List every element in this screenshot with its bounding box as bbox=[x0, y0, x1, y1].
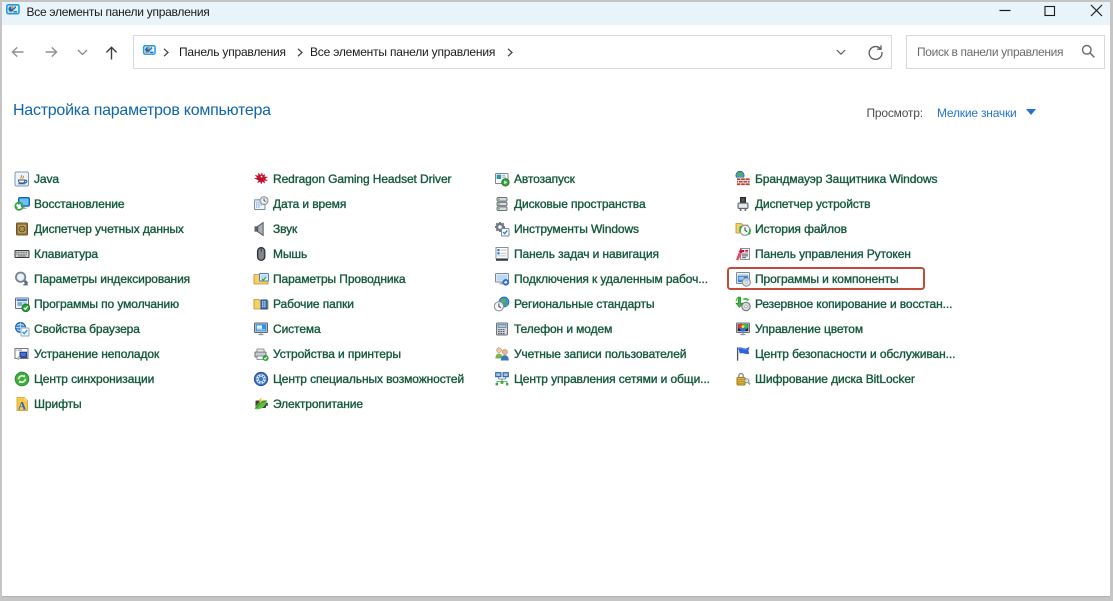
svg-text:A: A bbox=[17, 400, 26, 412]
